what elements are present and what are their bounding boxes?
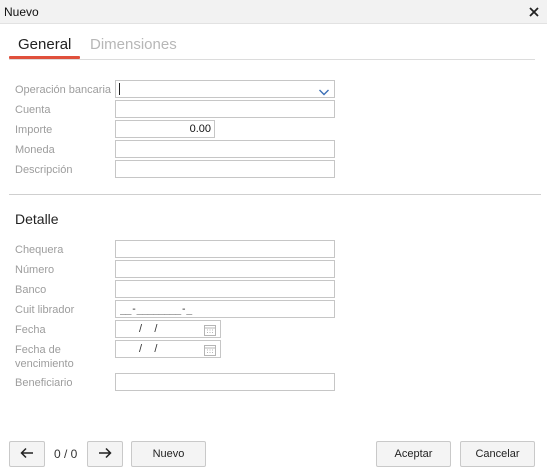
operacion-bancaria-label: Operación bancaria (15, 84, 112, 96)
cuenta-label: Cuenta (15, 104, 51, 116)
fecha-vencimiento-field[interactable]: / / (115, 340, 221, 358)
descripcion-label: Descripción (15, 164, 73, 176)
aceptar-button[interactable]: Aceptar (376, 441, 451, 467)
tab-general[interactable]: General (18, 36, 71, 53)
beneficiario-field[interactable] (115, 373, 335, 391)
chequera-field[interactable] (115, 240, 335, 258)
arrow-left-icon (20, 447, 34, 462)
tab-bar-divider (9, 59, 535, 60)
importe-label: Importe (15, 124, 53, 136)
cuenta-field[interactable] (115, 100, 335, 118)
fecha-label: Fecha (15, 324, 46, 336)
text-cursor (119, 83, 120, 95)
cuit-librador-label: Cuit librador (15, 304, 75, 316)
fecha-vencimiento-label-line2: vencimiento (15, 358, 74, 370)
numero-field[interactable] (115, 260, 335, 278)
calendar-icon[interactable] (204, 323, 216, 336)
chevron-down-icon[interactable] (318, 84, 330, 96)
close-icon[interactable] (525, 3, 543, 21)
fecha-vencimiento-label-line1: Fecha de (15, 344, 61, 356)
calendar-icon[interactable] (204, 343, 216, 356)
tab-dimensiones[interactable]: Dimensiones (90, 36, 177, 53)
pager-indicator: 0 / 0 (54, 447, 78, 461)
chequera-label: Chequera (15, 244, 64, 256)
operacion-bancaria-select[interactable] (115, 80, 335, 98)
moneda-label: Moneda (15, 144, 55, 156)
fecha-vencimiento-mask: / / (136, 343, 158, 355)
beneficiario-label: Beneficiario (15, 377, 73, 389)
numero-label: Número (15, 264, 55, 276)
section-divider (9, 194, 541, 195)
dialog-titlebar: Nuevo (0, 0, 547, 24)
dialog-title: Nuevo (4, 5, 39, 19)
detalle-section-title: Detalle (15, 211, 59, 227)
banco-label: Banco (15, 284, 47, 296)
cancelar-button[interactable]: Cancelar (460, 441, 535, 467)
arrow-right-icon (98, 447, 112, 462)
fecha-mask: / / (136, 323, 158, 335)
importe-field[interactable] (115, 120, 215, 138)
previous-button[interactable] (9, 441, 45, 467)
descripcion-field[interactable] (115, 160, 335, 178)
fecha-field[interactable]: / / (115, 320, 221, 338)
next-button[interactable] (87, 441, 123, 467)
banco-field[interactable] (115, 280, 335, 298)
moneda-field[interactable] (115, 140, 335, 158)
cuit-librador-field[interactable]: __-________-_ (115, 300, 335, 318)
nuevo-button[interactable]: Nuevo (131, 441, 206, 467)
